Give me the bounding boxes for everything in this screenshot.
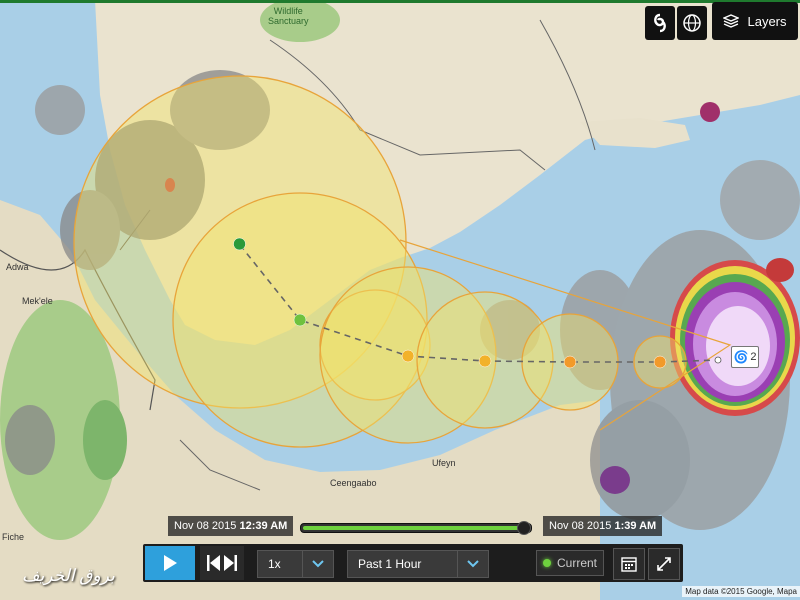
range-value: Past 1 Hour — [358, 557, 422, 571]
place-label-adwa: Adwa — [6, 262, 29, 272]
timeline-start-label: Nov 08 2015 12:39 AM — [168, 516, 294, 536]
timeline-end-label: Nov 08 2015 1:39 AM — [543, 516, 663, 536]
place-label-ceengaabo: Ceengaabo — [330, 478, 377, 488]
expand-icon — [657, 557, 671, 571]
storm-badge[interactable]: 🌀 2 — [731, 346, 759, 368]
end-date: Nov 08 2015 — [549, 520, 612, 532]
track-point — [478, 354, 492, 368]
timeline-slider[interactable] — [300, 521, 532, 535]
current-label: Current — [557, 556, 598, 570]
live-dot-icon — [543, 559, 551, 567]
chevron-down-icon — [457, 551, 488, 577]
hurricane-icon — [654, 13, 666, 33]
play-button[interactable] — [145, 546, 195, 580]
fullscreen-button[interactable] — [648, 548, 680, 580]
track-point — [293, 313, 307, 327]
layers-button[interactable]: Layers — [712, 2, 798, 40]
top-accent-bar — [0, 0, 800, 3]
start-time: 12:39 AM — [239, 520, 288, 532]
track-point — [563, 355, 577, 369]
layers-label: Layers — [747, 13, 787, 29]
track-point — [401, 349, 415, 363]
track-point — [714, 356, 722, 364]
end-time: 1:39 AM — [614, 520, 657, 532]
skip-button[interactable] — [200, 546, 244, 580]
map[interactable] — [0, 0, 800, 600]
layers-icon — [723, 14, 740, 28]
play-icon — [164, 555, 177, 571]
sanctuary-label: Wildlife Sanctuary — [268, 6, 309, 26]
place-label-ufeyn: Ufeyn — [432, 458, 456, 468]
timeline-progress — [303, 526, 521, 530]
start-date: Nov 08 2015 — [174, 520, 237, 532]
speed-select[interactable]: 1x — [257, 550, 334, 578]
hurricane-icon: 🌀 — [733, 350, 749, 364]
watermark: بروق الخريف — [22, 566, 115, 585]
timeline-handle[interactable] — [517, 521, 531, 535]
calendar-icon — [621, 557, 637, 572]
range-select[interactable]: Past 1 Hour — [347, 550, 489, 578]
speed-value: 1x — [268, 557, 281, 571]
place-label-fiche: Fiche — [2, 532, 25, 542]
globe-button[interactable] — [677, 6, 707, 40]
skip-icon — [207, 555, 237, 571]
map-attribution: Map data ©2015 Google, Mapa — [682, 586, 800, 597]
chevron-down-icon — [302, 551, 333, 577]
calendar-button[interactable] — [613, 548, 645, 580]
storm-category: 2 — [750, 351, 757, 363]
place-label-mekele: Mek'ele — [22, 296, 53, 306]
hurricane-button[interactable] — [645, 6, 675, 40]
current-button[interactable]: Current — [536, 550, 604, 576]
globe-icon — [683, 14, 701, 32]
track-point — [653, 355, 667, 369]
track-point — [233, 237, 246, 251]
